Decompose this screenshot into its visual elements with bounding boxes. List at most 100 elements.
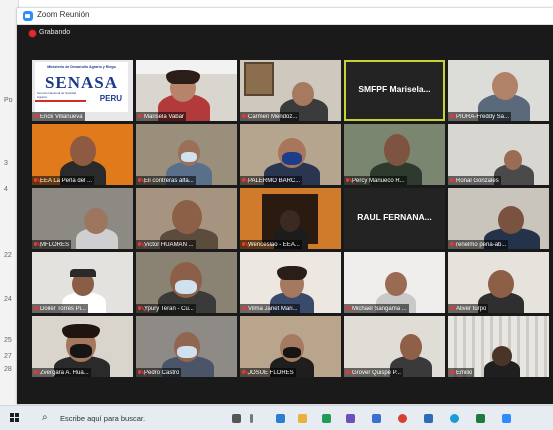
participant-name-label: Ronal Gonzales [448, 176, 501, 185]
participant-name-label: Doiler Torres Pi... [32, 304, 88, 313]
participant-name-label: Pedro Castro [136, 368, 182, 377]
gallery-view: Ministerio de Desarrollo Agrario y Riego… [32, 60, 552, 378]
participant-face [84, 208, 108, 234]
participant-tile[interactable]: Grover Quispe P... [344, 316, 445, 377]
participant-face [504, 150, 522, 170]
mic-muted-icon [33, 241, 38, 248]
mic-muted-icon [137, 177, 142, 184]
participant-tile[interactable]: RAUL FERNANA... [344, 188, 445, 249]
file-explorer-icon[interactable] [298, 414, 307, 423]
logo-main-text: SENASA [44, 73, 119, 92]
participant-tile[interactable]: Ypury Teran - Cu... [136, 252, 237, 313]
taskbar-app-icon[interactable] [372, 414, 381, 423]
doc-margin-mark: 3 [4, 160, 8, 167]
participant-face [172, 200, 202, 234]
zoom-logo-icon [23, 11, 33, 21]
mic-muted-icon [449, 305, 454, 312]
window-title: Zoom Reunión [37, 10, 90, 19]
excel-icon[interactable] [476, 414, 485, 423]
participant-tile-active-speaker[interactable]: SMFPF Marisela... [344, 60, 445, 121]
participant-display-name: RAUL FERNANA... [357, 212, 432, 222]
participant-face [292, 82, 314, 106]
windows-taskbar: ⌕ Escribe aquí para buscar. [0, 405, 553, 430]
windows-start-icon[interactable] [10, 413, 20, 423]
doc-margin-mark: 24 [4, 296, 12, 303]
participant-tile[interactable]: Ministerio de Desarrollo Agrario y Riego… [32, 60, 133, 121]
taskbar-app-icon[interactable] [322, 414, 331, 423]
participant-name-label: Erick Villanueva [32, 112, 85, 121]
taskbar-app-icon[interactable] [276, 414, 285, 423]
recording-dot-icon [29, 30, 36, 37]
participant-tile[interactable]: EEA La Perla del ... [32, 124, 133, 185]
mic-muted-icon [137, 305, 142, 312]
participant-tile[interactable]: Carmen Mendoz... [240, 60, 341, 121]
participant-name-label: Grover Quispe P... [344, 368, 403, 377]
participant-face [492, 346, 512, 366]
participant-tile[interactable]: PALERMO BARC... [240, 124, 341, 185]
participant-name-label: JOSUE FLORES [240, 368, 296, 377]
participant-name-label: Michael Sangama ... [344, 304, 409, 313]
participant-name-label: Aliver turpo [448, 304, 489, 313]
participant-name-label: Zvergara A. Hua... [32, 368, 91, 377]
participant-face [498, 206, 524, 234]
chrome-icon[interactable] [398, 414, 407, 423]
doc-margin-mark: 27 [4, 353, 12, 360]
participant-tile[interactable]: Vilma Janet Mari... [240, 252, 341, 313]
participant-name-label: Vilma Janet Mari... [240, 304, 300, 313]
participant-name-label: Wenceslao - EEA... [240, 240, 302, 249]
participant-tile[interactable]: Wenceslao - EEA... [240, 188, 341, 249]
mic-muted-icon [241, 241, 246, 248]
participant-tile[interactable]: Marisela Vabar [136, 60, 237, 121]
window-titlebar[interactable]: Zoom Reunión [17, 8, 553, 25]
search-placeholder: Escribe aquí para buscar. [60, 414, 146, 423]
doc-margin-mark: 28 [4, 366, 12, 373]
mic-muted-icon [241, 369, 246, 376]
participant-name-label: renelmo peña-ab... [448, 240, 509, 249]
taskbar-app-icon[interactable] [346, 414, 355, 423]
logo-country-text: PERU [99, 94, 122, 103]
recording-label: Grabando [39, 29, 71, 36]
mic-muted-icon [241, 113, 246, 120]
search-icon: ⌕ [42, 412, 48, 423]
mic-muted-icon [137, 241, 142, 248]
participant-tile[interactable]: Ronal Gonzales [448, 124, 549, 185]
mic-muted-icon [33, 177, 38, 184]
participant-tile[interactable]: Michael Sangama ... [344, 252, 445, 313]
participant-name-label: Ypury Teran - Cu... [136, 304, 196, 313]
participant-tile[interactable]: Aliver turpo [448, 252, 549, 313]
participant-tile[interactable]: PIURA-Freddy Sa... [448, 60, 549, 121]
participant-tile[interactable]: Doiler Torres Pi... [32, 252, 133, 313]
mic-muted-icon [33, 113, 38, 120]
edge-icon[interactable] [450, 414, 459, 423]
participant-tile[interactable]: Emilio [448, 316, 549, 377]
mic-muted-icon [449, 113, 454, 120]
participant-name-label: PIURA-Freddy Sa... [448, 112, 512, 121]
participant-name-label: EEA La Perla del ... [32, 176, 95, 185]
participant-tile[interactable]: MFLORES [32, 188, 133, 249]
participant-name-label: Carmen Mendoz... [240, 112, 300, 121]
participant-face [488, 270, 514, 298]
taskbar-separator-icon [250, 414, 253, 423]
mic-muted-icon [449, 177, 454, 184]
participant-tile[interactable]: Percy Mañueco R... [344, 124, 445, 185]
participant-tile[interactable]: Zvergara A. Hua... [32, 316, 133, 377]
zoom-taskbar-icon[interactable] [502, 414, 511, 423]
mic-muted-icon [241, 305, 246, 312]
participant-tile[interactable]: renelmo peña-ab... [448, 188, 549, 249]
participant-face [400, 334, 422, 360]
mic-muted-icon [137, 369, 142, 376]
doc-margin-mark: 22 [4, 252, 12, 259]
zoom-meeting-window: Zoom Reunión Grabando Ministerio de Desa… [17, 8, 553, 404]
doc-margin-mark: Po [4, 97, 13, 104]
participant-face [384, 134, 410, 166]
participant-tile[interactable]: Victor HUAMAN ... [136, 188, 237, 249]
task-view-icon[interactable] [232, 414, 241, 423]
participant-tile[interactable]: Pedro Castro [136, 316, 237, 377]
participant-tile[interactable]: JOSUE FLORES [240, 316, 341, 377]
taskbar-search-box[interactable]: ⌕ Escribe aquí para buscar. [34, 411, 214, 426]
taskbar-app-icon[interactable] [424, 414, 433, 423]
participant-tile[interactable]: Eli contreras alfa... [136, 124, 237, 185]
mic-muted-icon [33, 369, 38, 376]
mic-muted-icon [345, 177, 350, 184]
mic-muted-icon [345, 369, 350, 376]
